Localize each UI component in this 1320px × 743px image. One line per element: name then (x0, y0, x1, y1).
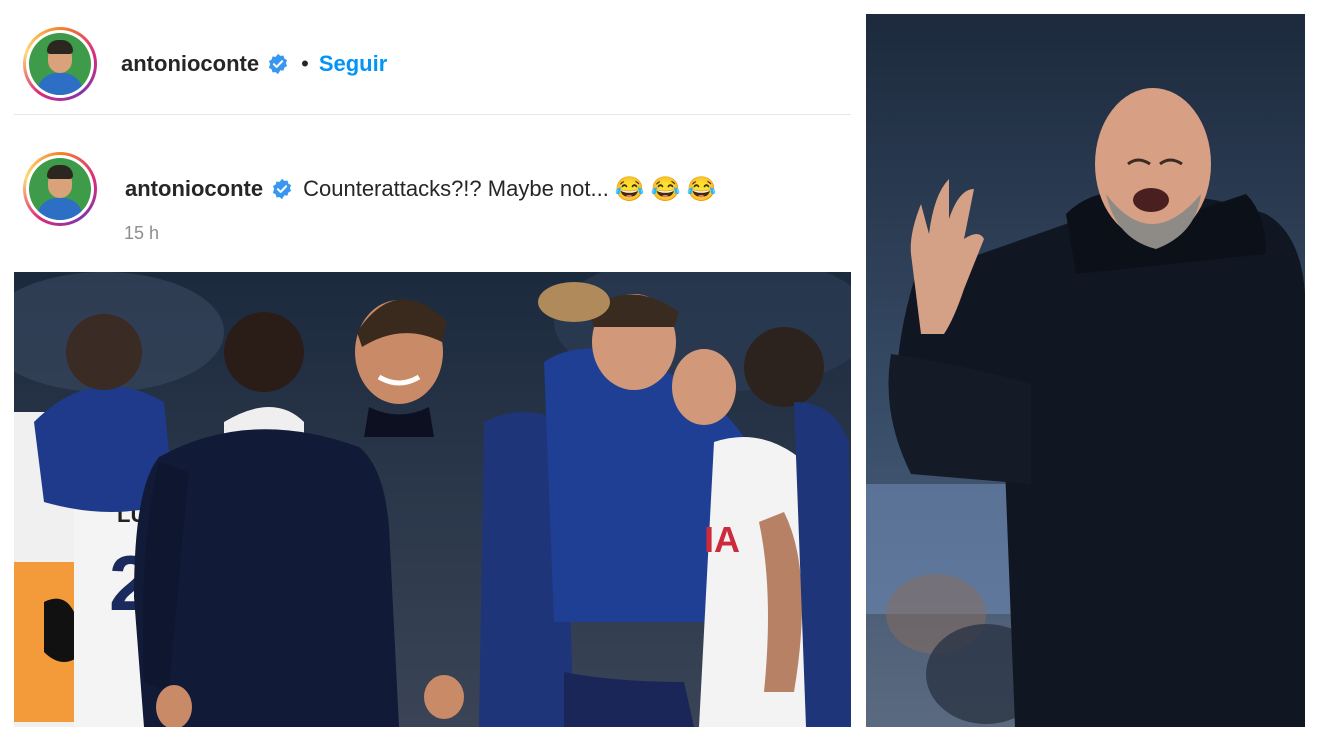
caption-text: Counterattacks?!? Maybe not... (303, 176, 609, 201)
caption-verified-icon (273, 178, 292, 200)
caption-avatar[interactable] (23, 152, 97, 226)
guardiola-photo[interactable] (866, 14, 1305, 727)
username-link[interactable]: antonioconte (121, 51, 259, 77)
caption-avatar-image (29, 158, 91, 220)
verified-icon (269, 53, 288, 75)
follow-button[interactable]: Seguir (319, 51, 387, 77)
instagram-post: antonioconte • Seguir antonioconte Count… (14, 14, 851, 727)
post-timestamp[interactable]: 15 h (124, 223, 159, 244)
separator-dot: • (301, 51, 309, 76)
avatar-image (29, 33, 91, 95)
caption-row: antonioconte Counterattacks?!? Maybe not… (14, 149, 851, 229)
laughing-emoji-icon: 😂 (650, 175, 681, 203)
caption-username-link[interactable]: antonioconte (125, 176, 263, 202)
laughing-emoji-icon: 😂 (686, 175, 717, 203)
jersey-partial: IA (704, 519, 740, 560)
post-photo[interactable]: LUCAS 27 IA (14, 272, 851, 727)
laughing-emoji-icon: 😂 (614, 175, 645, 203)
avatar[interactable] (23, 27, 97, 101)
post-header: antonioconte • Seguir (14, 14, 851, 115)
